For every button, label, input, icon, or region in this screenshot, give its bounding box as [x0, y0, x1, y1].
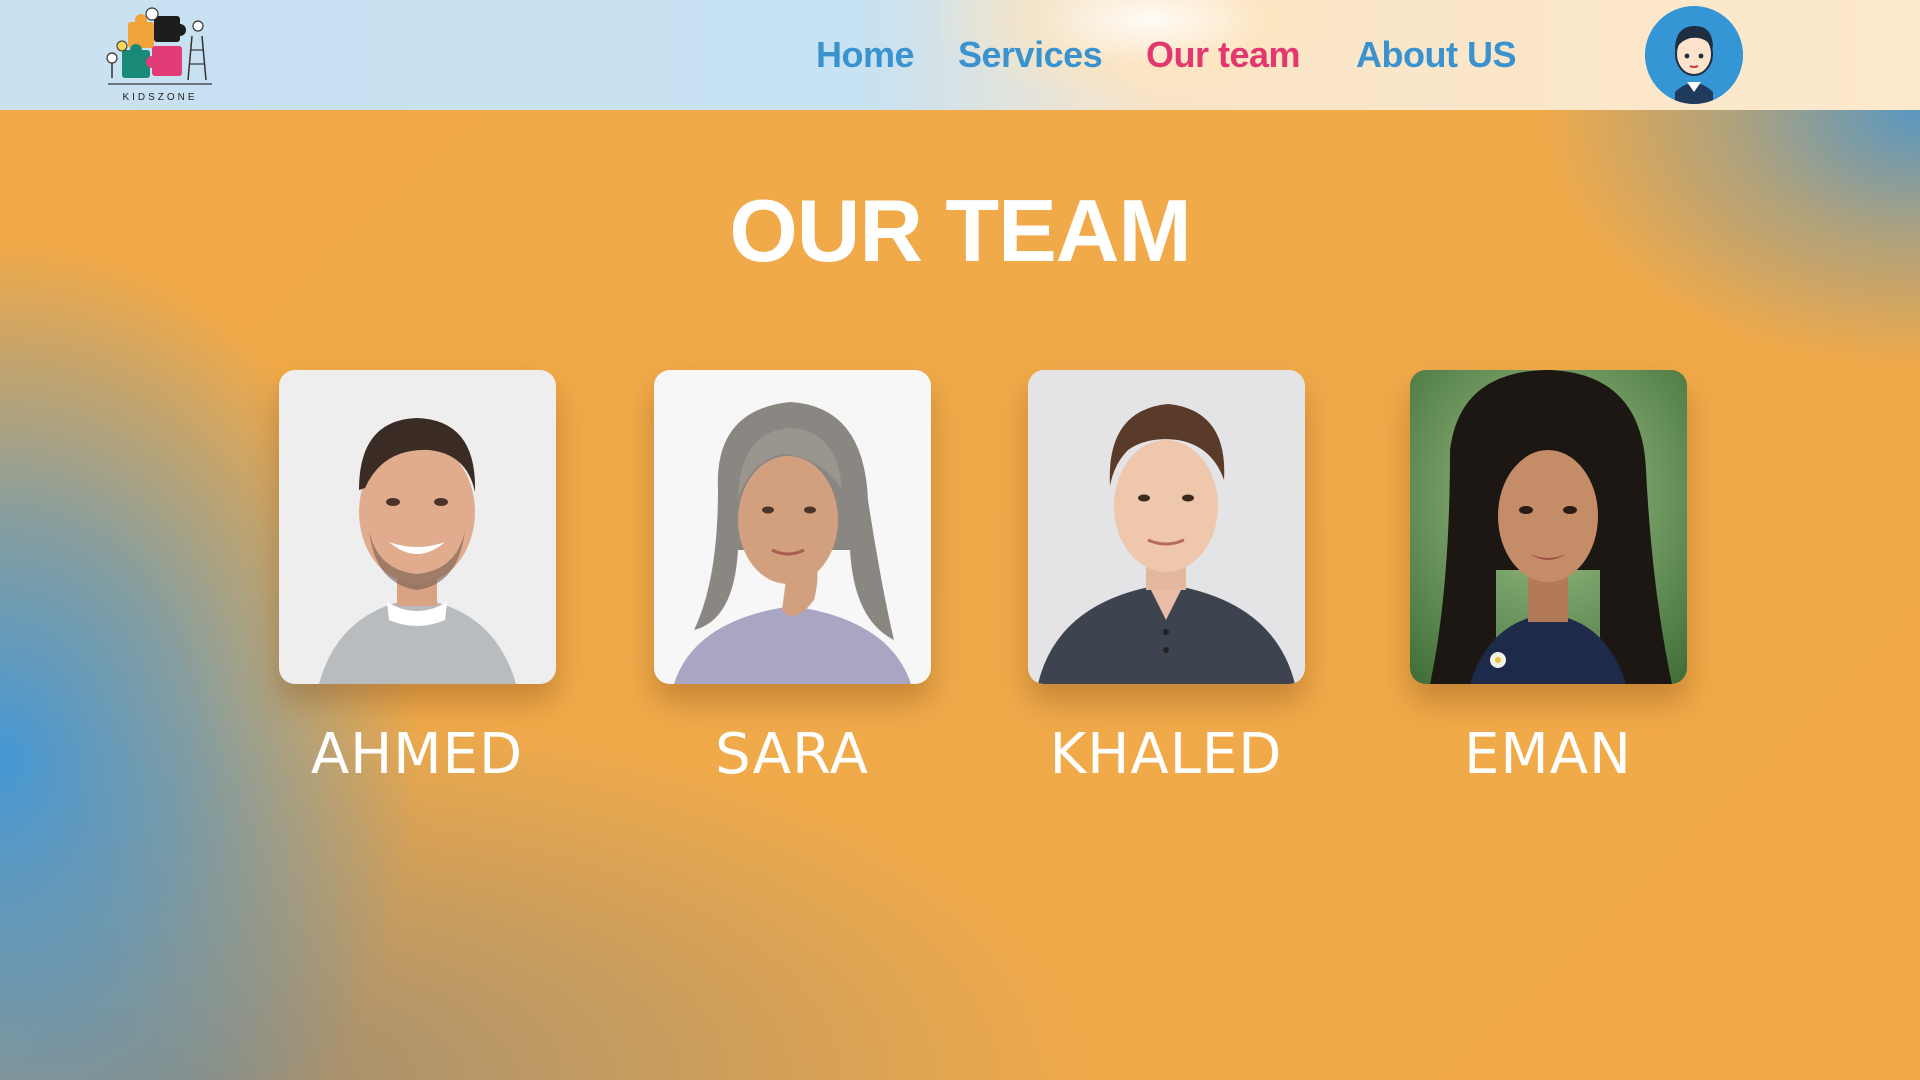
nav-our-team[interactable]: Our team [1146, 34, 1301, 76]
team-member-name-khaled: KHALED [1049, 722, 1283, 787]
nav-home[interactable]: Home [816, 34, 915, 76]
nav-services[interactable]: Services [958, 34, 1103, 76]
page-title: OUR TEAM [729, 181, 1191, 280]
team-member-card-eman[interactable] [1410, 370, 1687, 684]
team-member-card-sara[interactable] [654, 370, 931, 684]
gray-haired-woman-thinking-photo [654, 370, 931, 684]
main-nav: Home Services Our team About US [0, 34, 1920, 84]
logo-text: KIDSZONE [122, 92, 198, 103]
team-member-name-sara: SARA [715, 722, 869, 787]
young-man-dark-henley-photo [1028, 370, 1305, 684]
team-member-card-khaled[interactable] [1028, 370, 1305, 684]
man-smiling-gray-sweater-photo [279, 370, 556, 684]
young-woman-long-dark-hair-photo [1410, 370, 1687, 684]
team-member-name-eman: EMAN [1464, 722, 1632, 787]
header: KIDSZONE Home Services Our team About US [0, 0, 1920, 110]
team-member-name-ahmed: AHMED [310, 722, 524, 787]
user-avatar[interactable] [1645, 6, 1743, 104]
boy-avatar-icon [1645, 6, 1743, 104]
nav-about-us[interactable]: About US [1356, 34, 1516, 76]
team-member-card-ahmed[interactable] [279, 370, 556, 684]
